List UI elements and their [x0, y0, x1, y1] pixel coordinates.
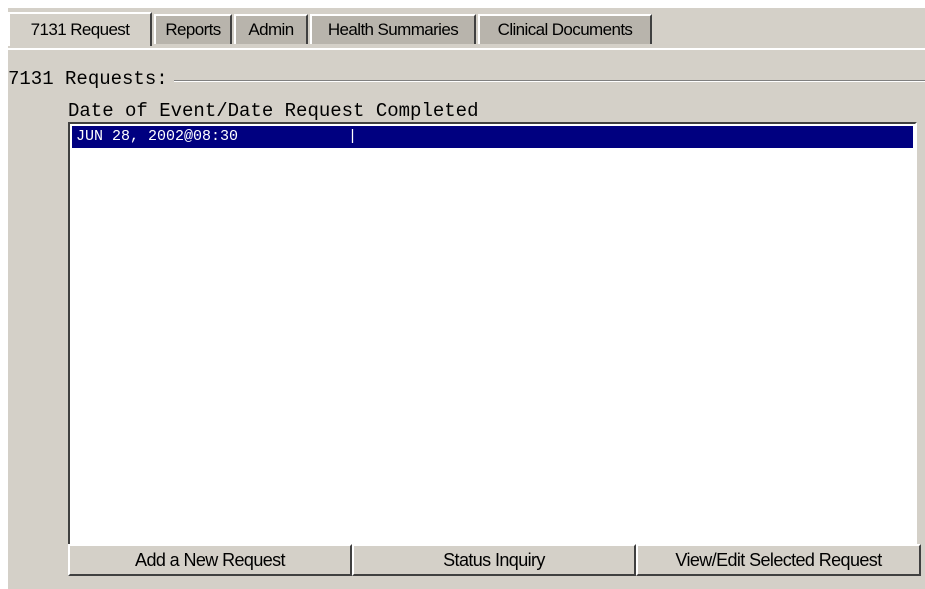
view-edit-selected-request-button[interactable]: View/Edit Selected Request: [636, 544, 921, 576]
status-inquiry-button[interactable]: Status Inquiry: [352, 544, 636, 576]
tab-health-summaries[interactable]: Health Summaries: [310, 14, 476, 44]
add-new-request-button[interactable]: Add a New Request: [68, 544, 352, 576]
tab-strip: 7131 Request Reports Admin Health Summar…: [8, 12, 925, 50]
list-item-date-of-event: JUN 28, 2002@08:30: [76, 128, 239, 145]
group-title: 7131 Requests:: [8, 68, 174, 90]
tab-strip-divider: [8, 48, 925, 50]
tab-reports[interactable]: Reports: [154, 14, 232, 44]
request-window: 7131 Request Reports Admin Health Summar…: [8, 8, 925, 589]
list-item-date-completed: |: [348, 128, 358, 145]
list-item[interactable]: JUN 28, 2002@08:30 |: [72, 126, 913, 148]
tab-7131-request[interactable]: 7131 Request: [8, 12, 152, 46]
requests-listbox[interactable]: JUN 28, 2002@08:30 |: [68, 122, 917, 546]
tab-clinical-documents[interactable]: Clinical Documents: [478, 14, 652, 44]
list-column-header: Date of Event/Date Request Completed: [68, 100, 479, 122]
tab-admin[interactable]: Admin: [234, 14, 308, 44]
